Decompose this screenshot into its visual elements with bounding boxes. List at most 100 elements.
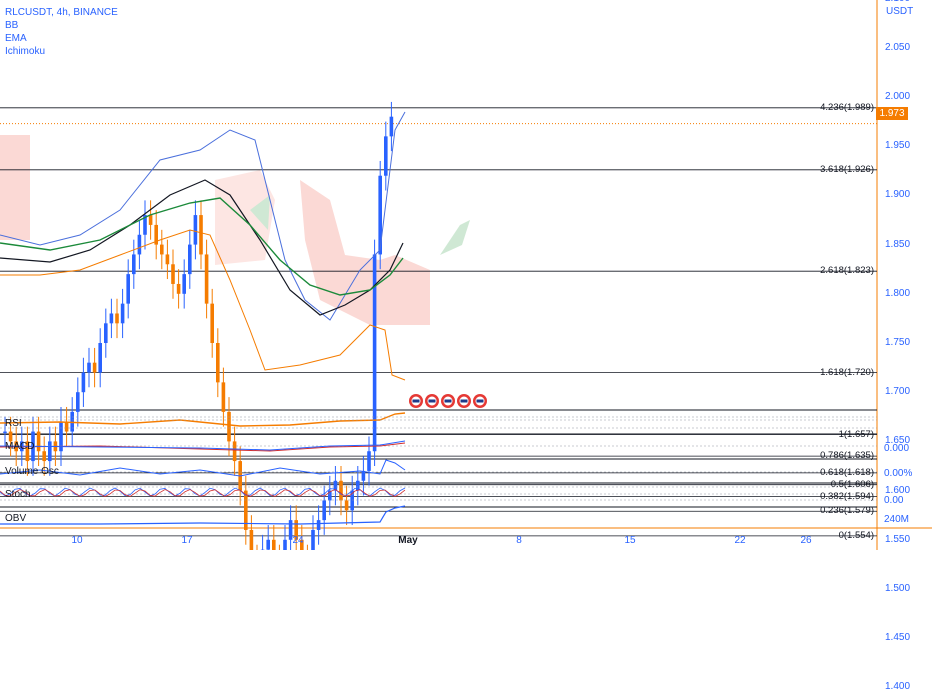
price-tick-label: 1.750	[885, 337, 910, 348]
price-tick-label: 1.900	[885, 189, 910, 200]
candle-body	[345, 500, 349, 510]
candle-body	[87, 363, 91, 373]
candle-body	[205, 254, 209, 303]
date-label: 15	[624, 535, 635, 546]
ichimoku-cloud	[300, 180, 430, 325]
candle-body	[104, 323, 108, 343]
fib-level-label: 3.618(1.926)	[820, 164, 874, 175]
currency-label: USDT	[886, 6, 913, 17]
fib-level-label: 0.236(1.579)	[820, 505, 874, 516]
current-price-tag: 1.973	[876, 107, 908, 120]
fib-level-label: 0.382(1.594)	[820, 491, 874, 502]
obv-line	[0, 506, 405, 524]
price-tick-label: 1.400	[885, 681, 910, 692]
candle-body	[188, 245, 192, 275]
stoch-axis-value: 0.00	[884, 495, 903, 506]
candle-body	[233, 441, 237, 461]
obv-label[interactable]: OBV	[5, 513, 26, 524]
indicator-ichimoku[interactable]: Ichimoku	[5, 46, 45, 57]
candle-body	[93, 363, 97, 373]
indicator-ema[interactable]: EMA	[5, 33, 27, 44]
price-tick-label: 1.950	[885, 140, 910, 151]
fib-level-label: 0(1.554)	[839, 530, 874, 541]
ichimoku-cloud	[0, 135, 30, 240]
price-tick-label: 1.850	[885, 239, 910, 250]
price-tick-label: 2.050	[885, 42, 910, 53]
symbol-title[interactable]: RLCUSDT, 4h, BINANCE	[5, 7, 118, 18]
candle-body	[160, 245, 164, 255]
fib-level-label: 1(1.657)	[839, 429, 874, 440]
candle-body	[132, 254, 136, 274]
stoch-d-line	[0, 490, 405, 497]
date-label: 26	[800, 535, 811, 546]
candle-body	[121, 304, 125, 324]
price-tick-label: 2.000	[885, 91, 910, 102]
candle-body	[76, 392, 80, 412]
candle-body	[222, 382, 226, 412]
candle-body	[149, 215, 153, 225]
obv-axis-value: 240M	[884, 514, 909, 525]
stoch-label[interactable]: Stoch	[5, 489, 31, 500]
candle-body	[272, 540, 276, 550]
us-flag-icon	[477, 400, 484, 403]
candle-body	[362, 471, 366, 481]
candle-body	[227, 412, 231, 442]
candle-body	[171, 264, 175, 284]
candle-body	[9, 432, 13, 442]
candle-body	[65, 422, 69, 432]
macd-label[interactable]: MACD	[5, 441, 34, 452]
candle-body	[166, 254, 170, 264]
candle-body	[317, 520, 321, 530]
candle-body	[3, 432, 7, 434]
volume-osc-label[interactable]: Volume Osc	[5, 466, 59, 477]
chart-canvas[interactable]	[0, 0, 932, 550]
fib-level-label: 0.618(1.618)	[820, 467, 874, 478]
us-flag-icon	[445, 400, 452, 403]
candle-body	[177, 284, 181, 294]
date-label: 10	[71, 535, 82, 546]
date-label: May	[398, 535, 417, 546]
candle-body	[367, 451, 371, 471]
candle-body	[182, 274, 186, 294]
candle-body	[42, 451, 46, 461]
date-label: 24	[292, 535, 303, 546]
candle-body	[311, 530, 315, 550]
candle-body	[115, 313, 119, 323]
volume-osc-axis-value: 0.00%	[884, 468, 912, 479]
candle-body	[210, 304, 214, 343]
macd-axis-value: 0.000	[884, 443, 909, 454]
price-tick-label: 1.550	[885, 534, 910, 545]
candle-body	[378, 176, 382, 255]
price-tick-label: 1.600	[885, 485, 910, 496]
candle-body	[194, 215, 198, 245]
price-tick-label: 1.500	[885, 583, 910, 594]
date-label: 22	[734, 535, 745, 546]
fib-level-label: 2.618(1.823)	[820, 265, 874, 276]
candle-body	[37, 432, 41, 452]
fib-level-label: 1.618(1.720)	[820, 367, 874, 378]
fib-level-label: 0.5(1.606)	[831, 479, 874, 490]
us-flag-icon	[461, 400, 468, 403]
candle-body	[110, 313, 114, 323]
candle-body	[339, 481, 343, 501]
candle-body	[82, 373, 86, 393]
candle-body	[126, 274, 130, 304]
rsi-label[interactable]: RSI	[5, 418, 22, 429]
fib-level-label: 0.786(1.635)	[820, 450, 874, 461]
us-flag-icon	[429, 400, 436, 403]
candle-body	[199, 215, 203, 254]
candle-body	[266, 540, 270, 550]
candle-body	[250, 530, 254, 550]
ichimoku-cloud	[440, 220, 470, 255]
price-tick-label: 1.450	[885, 632, 910, 643]
candle-body	[283, 540, 287, 550]
price-tick-label: 1.800	[885, 288, 910, 299]
price-tick-label: 1.700	[885, 386, 910, 397]
indicator-bb[interactable]: BB	[5, 20, 18, 31]
price-tick-label: 2.100	[885, 0, 910, 4]
candle-body	[138, 235, 142, 255]
candle-body	[322, 500, 326, 520]
candle-body	[216, 343, 220, 382]
candle-body	[390, 117, 394, 137]
fib-level-label: 4.236(1.989)	[820, 102, 874, 113]
